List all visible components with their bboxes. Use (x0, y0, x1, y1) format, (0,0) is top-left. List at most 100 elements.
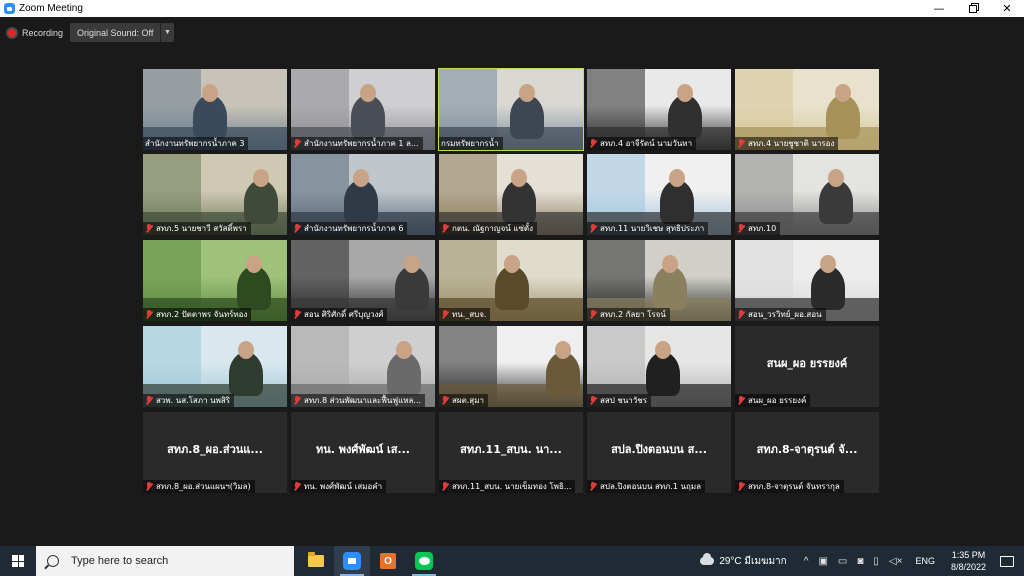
participant-name: ทน. พงศ์พัฒน์ เสมอคำ (304, 482, 383, 491)
minimize-button[interactable]: — (922, 0, 956, 17)
network-icon[interactable]: ▭ (838, 556, 847, 567)
participant-name-bar: สนผ_ผอ ยรรยงค์ (735, 394, 811, 407)
participant-tile[interactable]: สทภ.11_สบน. นา... สทภ.11_สบน. นายเข็มทอง … (439, 412, 583, 493)
participant-tile[interactable]: กตน. ณัฐกาญจน์ แซ่ตั้ง (439, 154, 583, 235)
volume-muted-icon[interactable]: ◁× (889, 556, 903, 567)
participant-name-bar: สสป ชนาวัชร (587, 394, 651, 407)
participant-name-bar: สอน_วรวิทย์_ผอ.สอน (735, 308, 826, 321)
participant-tile[interactable]: สปล.ปิงตอนบน ส... สปล.ปิงตอนบน สทภ.1 นฤมล (587, 412, 731, 493)
recording-indicator[interactable]: Recording (8, 24, 63, 42)
mic-muted-icon (293, 482, 301, 491)
participant-tile[interactable]: สนผ_ผอ ยรรยงค์ สนผ_ผอ ยรรยงค์ (735, 326, 879, 407)
system-tray: 29°C มีเมฆมาก ^ ▣ ▭ ◙ ▯ ◁× ENG 1:35 PM 8… (700, 546, 1024, 576)
participant-tile[interactable]: สทภ.5 นายชาวี สวัสดิ์พรา (143, 154, 287, 235)
participant-tile[interactable]: สผต.สุมา (439, 326, 583, 407)
mic-muted-icon (441, 482, 449, 491)
mic-muted-icon (293, 396, 301, 405)
cloud-icon (700, 553, 715, 565)
participant-name: สสป ชนาวัชร (600, 396, 647, 405)
maximize-button[interactable] (956, 0, 990, 17)
window-titlebar: Zoom Meeting — ✕ (0, 0, 1024, 17)
participant-name-bar: สอน ศิริศักดิ์ ศรีบุญวงศ์ (291, 308, 388, 321)
mic-muted-icon (441, 224, 449, 233)
participant-name: สทภ.10 (748, 224, 777, 233)
mic-muted-icon (589, 482, 597, 491)
taskbar-line[interactable] (406, 546, 442, 576)
participant-tile[interactable]: สทภ.10 (735, 154, 879, 235)
people-icon[interactable]: ▣ (818, 556, 827, 567)
taskbar-search-box[interactable]: Type here to search (36, 546, 294, 576)
participant-tile[interactable]: สทภ.8_ผอ.ส่วนแ... สทภ.8_ผอ.ส่วนแผนฯ(วิมล) (143, 412, 287, 493)
participant-name-bar: สำนักงานทรัพยากรน้ำภาค 1 ล... (291, 137, 423, 150)
start-button[interactable] (0, 546, 36, 576)
participant-name: สทภ.5 นายชาวี สวัสดิ์พรา (156, 224, 247, 233)
participant-tile[interactable]: สทภ.4 นายชูชาติ นารอง (735, 69, 879, 150)
mic-muted-icon (293, 224, 301, 233)
taskbar-zoom[interactable] (334, 546, 370, 576)
participant-display-name: สปล.ปิงตอนบน ส... (611, 443, 707, 456)
camera-icon[interactable]: ◙ (857, 556, 863, 567)
participant-name-bar: ทน._สบจ. (439, 308, 491, 321)
participant-tile[interactable]: สสป ชนาวัชร (587, 326, 731, 407)
participant-tile[interactable]: สทภ.11 นายวิเชษ สุทธิประภา (587, 154, 731, 235)
windows-logo-icon (12, 555, 24, 567)
office-icon: O (380, 553, 396, 569)
participant-tile[interactable]: กรมทรัพยากรน้ำ (438, 68, 584, 151)
participant-name: สผต.สุมา (452, 396, 484, 405)
participant-name-bar: สทภ.4 นายชูชาติ นารอง (735, 137, 839, 150)
participant-tile[interactable]: สำนักงานทรัพยากรน้ำภาค 3 (143, 69, 287, 150)
weather-widget[interactable]: 29°C มีเมฆมาก (719, 554, 786, 569)
participant-name: สอน ศิริศักดิ์ ศรีบุญวงศ์ (304, 310, 384, 319)
notification-icon[interactable] (1000, 555, 1014, 567)
mic-muted-icon (737, 224, 745, 233)
participant-name: สนผ_ผอ ยรรยงค์ (748, 396, 807, 405)
participant-tile[interactable]: สำนักงานทรัพยากรน้ำภาค 6 (291, 154, 435, 235)
participant-tile[interactable]: สอน_วรวิทย์_ผอ.สอน (735, 240, 879, 321)
mic-muted-icon (737, 139, 745, 148)
mic-muted-icon (589, 224, 597, 233)
battery-icon[interactable]: ▯ (873, 556, 879, 567)
meeting-area: Recording Original Sound: Off ▼ สำนักงาน… (0, 17, 1024, 546)
taskbar-clock[interactable]: 1:35 PM 8/8/2022 (951, 549, 986, 573)
input-language[interactable]: ENG (915, 556, 935, 566)
recording-label: Recording (22, 28, 64, 38)
mic-muted-icon (441, 396, 449, 405)
participant-tile[interactable]: สทภ.2 กัลยา โรจน์ (587, 240, 731, 321)
original-sound-label: Original Sound: Off (77, 27, 154, 38)
participant-name-bar: สำนักงานทรัพยากรน้ำภาค 3 (143, 137, 249, 150)
participant-name: สำนักงานทรัพยากรน้ำภาค 1 ล... (304, 139, 419, 148)
participant-tile[interactable]: สวพ. นส.โสภา นพสิริ (143, 326, 287, 407)
participant-name-bar: สทภ.5 นายชาวี สวัสดิ์พรา (143, 222, 251, 235)
participant-tile[interactable]: สทภ.4 อาจีรัตน์ นามวันทา (587, 69, 731, 150)
mic-muted-icon (589, 139, 597, 148)
participant-tile[interactable]: ทน. พงศ์พัฒน์ เส... ทน. พงศ์พัฒน์ เสมอคำ (291, 412, 435, 493)
original-sound-button[interactable]: Original Sound: Off ▼ (70, 23, 174, 42)
participant-name: สทภ.4 อาจีรัตน์ นามวันทา (600, 139, 693, 148)
participant-tile[interactable]: สทภ.2 ปัตตาพร จันทร์ทอง (143, 240, 287, 321)
participant-tile[interactable]: สำนักงานทรัพยากรน้ำภาค 1 ล... (291, 69, 435, 150)
clock-date: 8/8/2022 (950, 562, 986, 572)
participant-tile[interactable]: สอน ศิริศักดิ์ ศรีบุญวงศ์ (291, 240, 435, 321)
window-title: Zoom Meeting (19, 3, 83, 14)
tray-chevron-icon[interactable]: ^ (804, 556, 809, 567)
zoom-icon (343, 552, 361, 570)
search-icon (47, 555, 59, 567)
close-button[interactable]: ✕ (990, 0, 1024, 17)
participant-name: สวพ. นส.โสภา นพสิริ (156, 396, 231, 405)
participant-name-bar: กตน. ณัฐกาญจน์ แซ่ตั้ง (439, 222, 537, 235)
participant-name-bar: สทภ.8_ผอ.ส่วนแผนฯ(วิมล) (143, 480, 255, 493)
participant-name: ทน._สบจ. (452, 310, 487, 319)
restore-icon (969, 4, 977, 13)
zoom-app-icon (4, 3, 15, 14)
participant-tile[interactable]: สทภ.8-จาตุรนต์ จั... สทภ.8-จาตุรนต์ จันทร… (735, 412, 879, 493)
participant-tile[interactable]: สทภ.8 ส่วนพัฒนาและฟื้นฟูแหล... (291, 326, 435, 407)
participant-display-name: สทภ.8-จาตุรนต์ จั... (756, 443, 858, 456)
chevron-down-icon[interactable]: ▼ (160, 23, 174, 42)
record-dot-icon (8, 29, 16, 37)
taskbar-file-explorer[interactable] (298, 546, 334, 576)
participant-tile[interactable]: ทน._สบจ. (439, 240, 583, 321)
mic-muted-icon (145, 396, 153, 405)
participant-name: สทภ.4 นายชูชาติ นารอง (748, 139, 835, 148)
participant-name-bar: สทภ.10 (735, 222, 781, 235)
taskbar-office[interactable]: O (370, 546, 406, 576)
